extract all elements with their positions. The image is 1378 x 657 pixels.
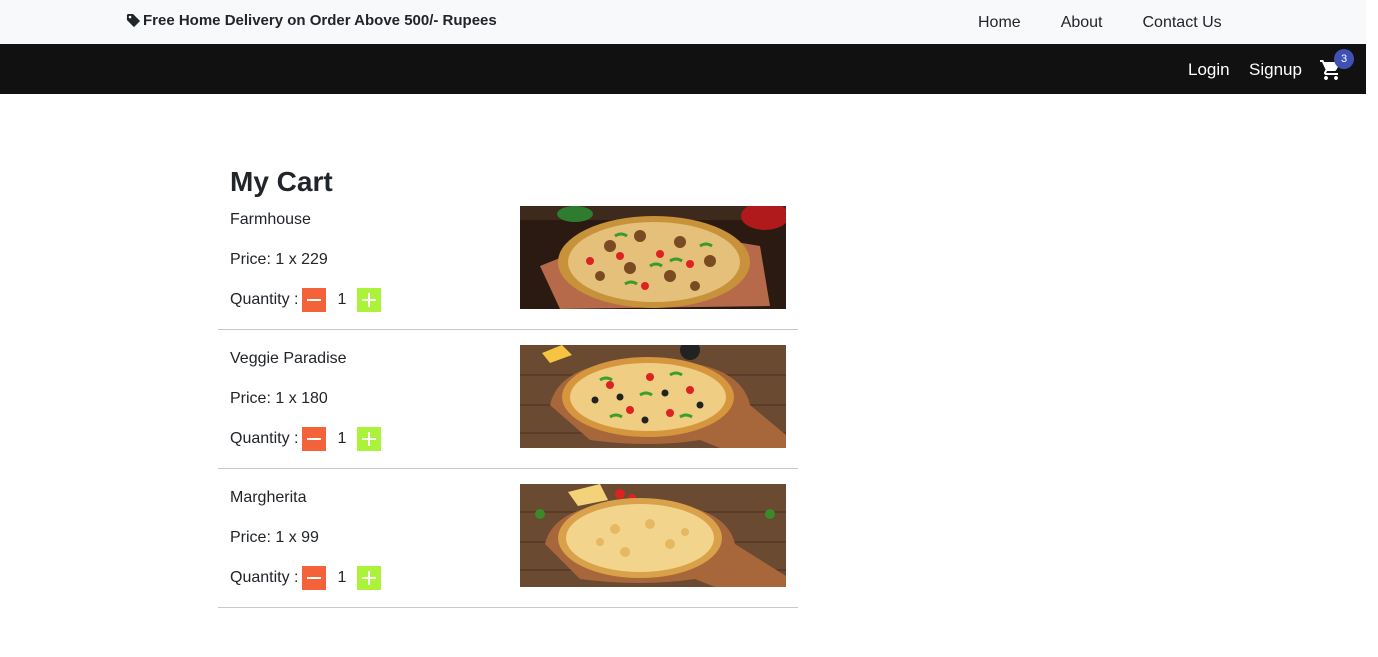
- margherita-pizza-image: [520, 484, 786, 587]
- quantity-label: Quantity :: [230, 430, 299, 447]
- quantity-label: Quantity :: [230, 569, 299, 586]
- quantity-control: Quantity : 1: [230, 288, 382, 312]
- item-name: Farmhouse: [230, 211, 311, 228]
- farmhouse-pizza-image: [520, 206, 786, 309]
- login-link[interactable]: Login: [1188, 60, 1230, 80]
- cart-count-badge: 3: [1334, 49, 1354, 69]
- cart-item: Veggie Paradise Price: 1 x 180 Quantity …: [218, 329, 798, 469]
- item-price: Price: 1 x 229: [230, 251, 328, 268]
- quantity-control: Quantity : 1: [230, 566, 382, 590]
- quantity-control: Quantity : 1: [230, 427, 382, 451]
- quantity-value: 1: [337, 291, 347, 308]
- signup-link[interactable]: Signup: [1249, 60, 1302, 80]
- quantity-value: 1: [337, 430, 347, 447]
- top-bar: Free Home Delivery on Order Above 500/- …: [0, 0, 1366, 44]
- promo-banner: Free Home Delivery on Order Above 500/- …: [126, 10, 497, 30]
- decrease-quantity-button[interactable]: [302, 427, 327, 451]
- decrease-quantity-button[interactable]: [302, 288, 327, 312]
- increase-quantity-button[interactable]: [357, 566, 382, 590]
- promo-text: Free Home Delivery on Order Above 500/- …: [143, 11, 497, 29]
- top-nav: Home About Contact Us: [978, 13, 1222, 33]
- main-navbar: Login Signup: [0, 44, 1366, 94]
- item-name: Veggie Paradise: [230, 350, 347, 367]
- quantity-label: Quantity :: [230, 291, 299, 308]
- cart-item: Farmhouse Price: 1 x 229 Quantity : 1: [218, 190, 798, 330]
- increase-quantity-button[interactable]: [357, 288, 382, 312]
- quantity-value: 1: [337, 569, 347, 586]
- nav-contact-link[interactable]: Contact Us: [1143, 13, 1222, 33]
- nav-home-link[interactable]: Home: [978, 13, 1021, 33]
- item-name: Margherita: [230, 489, 307, 506]
- nav-about-link[interactable]: About: [1061, 13, 1103, 33]
- veggie-paradise-pizza-image: [520, 345, 786, 448]
- item-price: Price: 1 x 180: [230, 390, 328, 407]
- cart-item: Margherita Price: 1 x 99 Quantity : 1: [218, 468, 798, 608]
- item-price: Price: 1 x 99: [230, 529, 319, 546]
- decrease-quantity-button[interactable]: [302, 566, 327, 590]
- increase-quantity-button[interactable]: [357, 427, 382, 451]
- tag-icon: [126, 13, 141, 27]
